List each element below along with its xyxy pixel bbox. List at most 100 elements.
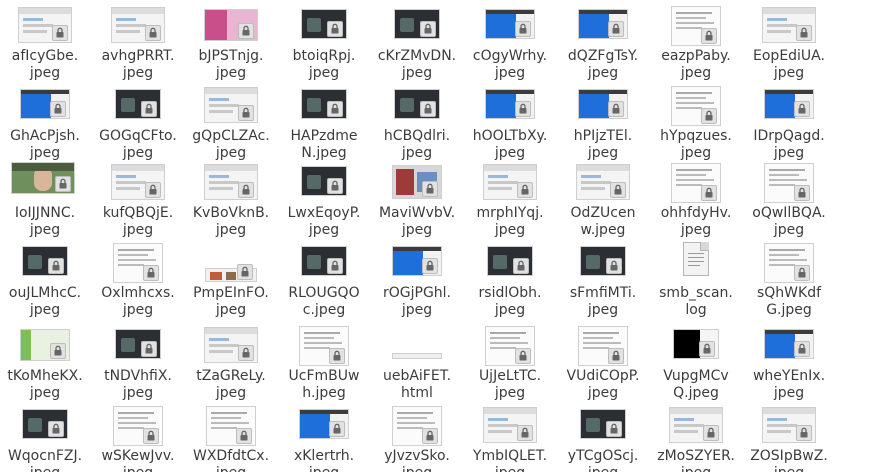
file-name-label: cKrZMvDN. jpeg — [377, 48, 457, 81]
file-item[interactable]: PmpEInFO. jpeg — [186, 242, 276, 320]
file-thumbnail — [372, 242, 462, 286]
file-thumbnail — [186, 242, 276, 286]
file-item[interactable]: EopEdiUA. jpeg — [744, 5, 834, 83]
file-item[interactable]: VupgMCv Q.jpeg — [651, 325, 741, 403]
lock-icon — [420, 101, 436, 117]
file-item[interactable]: IDrpQagd. jpeg — [744, 85, 834, 163]
file-item[interactable]: eazpPaby. jpeg — [651, 5, 741, 83]
file-name-label: MaviWvbV. jpeg — [378, 205, 456, 238]
file-item[interactable]: YmbIQLET. jpeg — [465, 405, 555, 472]
file-item[interactable]: ZOSIpBwZ. jpeg — [744, 405, 834, 472]
file-item[interactable]: btoiqRpj. jpeg — [279, 5, 369, 83]
file-item[interactable]: zMoSZYER. jpeg — [651, 405, 741, 472]
file-thumbnail — [279, 162, 369, 206]
file-name-label: IoIJJNNC. jpeg — [14, 205, 76, 238]
file-name-label: WqocnFZJ. jpeg — [7, 448, 83, 472]
lock-icon — [699, 341, 715, 357]
file-item[interactable]: gQpCLZAc. jpeg — [186, 85, 276, 163]
file-name-label: PmpEInFO. jpeg — [193, 285, 269, 318]
file-item[interactable]: hYpqzues. jpeg — [651, 85, 741, 163]
lock-icon — [55, 176, 71, 192]
file-name-label: hCBQdlri. jpeg — [383, 128, 451, 161]
file-thumbnail — [279, 405, 369, 449]
file-thumbnail — [558, 85, 648, 129]
file-name-label: VUdiCOpP. jpeg — [566, 368, 640, 401]
file-item[interactable]: xKlertrh. jpeg — [279, 405, 369, 472]
file-item[interactable]: WXDfdtCx. jpeg — [186, 405, 276, 472]
file-thumbnail — [744, 85, 834, 129]
file-item[interactable]: UjJeLtTC. jpeg — [465, 325, 555, 403]
file-item[interactable]: LwxEqoyP. jpeg — [279, 162, 369, 240]
lock-icon — [236, 428, 252, 444]
lock-icon — [703, 425, 719, 441]
file-item[interactable]: hOOLTbXy. jpeg — [465, 85, 555, 163]
file-item[interactable]: wSKewJvv. jpeg — [93, 405, 183, 472]
thumbnail-image — [392, 353, 442, 359]
file-thumbnail — [0, 5, 90, 49]
file-name-label: IDrpQagd. jpeg — [753, 128, 825, 161]
file-item[interactable]: ouJLMhcC. jpeg — [0, 242, 90, 320]
file-item[interactable]: rOGjPGhl. jpeg — [372, 242, 462, 320]
file-item[interactable]: sQhWKdf G.jpeg — [744, 242, 834, 320]
lock-icon — [48, 421, 64, 437]
file-thumbnail — [558, 405, 648, 449]
file-item[interactable]: smb_scan. log — [651, 242, 741, 320]
file-item[interactable]: oQwIlBQA. jpeg — [744, 162, 834, 240]
file-item[interactable]: cOgyWrhy. jpeg — [465, 5, 555, 83]
file-item[interactable]: mrphIYqj. jpeg — [465, 162, 555, 240]
file-item[interactable]: OdZUcen w.jpeg — [558, 162, 648, 240]
lock-icon — [145, 25, 161, 41]
file-item[interactable]: tNDVhfiX. jpeg — [93, 325, 183, 403]
file-item[interactable]: GOGqCFto. jpeg — [93, 85, 183, 163]
file-item[interactable]: Oxlmhcxs. jpeg — [93, 242, 183, 320]
file-name-label: mrphIYqj. jpeg — [476, 205, 544, 238]
file-item[interactable]: rsidlObh. jpeg — [465, 242, 555, 320]
lock-icon — [329, 421, 345, 437]
file-item[interactable]: RLOUGQO c.jpeg — [279, 242, 369, 320]
file-name-label: tNDVhfiX. jpeg — [104, 368, 172, 401]
file-item[interactable]: GhAcPjsh. jpeg — [0, 85, 90, 163]
file-thumbnail — [93, 325, 183, 369]
file-item[interactable]: hPIjzTEl. jpeg — [558, 85, 648, 163]
file-name-label: RLOUGQO c.jpeg — [288, 285, 360, 318]
file-item[interactable]: HAPzdme N.jpeg — [279, 85, 369, 163]
file-thumbnail — [651, 5, 741, 49]
file-thumbnail — [93, 242, 183, 286]
file-thumbnail — [93, 162, 183, 206]
file-item[interactable]: wheYEnIx. jpeg — [744, 325, 834, 403]
file-thumbnail — [744, 5, 834, 49]
file-name-label: eazpPaby. jpeg — [661, 48, 731, 81]
file-item[interactable]: cKrZMvDN. jpeg — [372, 5, 462, 83]
file-item[interactable]: kufQBQjE. jpeg — [93, 162, 183, 240]
lock-icon — [606, 421, 622, 437]
file-item[interactable]: MaviWvbV. jpeg — [372, 162, 462, 240]
file-item[interactable]: UcFmBUw h.jpeg — [279, 325, 369, 403]
file-item[interactable]: tKoMheKX. jpeg — [0, 325, 90, 403]
file-name-label: kufQBQjE. jpeg — [102, 205, 174, 238]
file-thumbnail — [0, 325, 90, 369]
file-item[interactable]: yJvzvSko. jpeg — [372, 405, 462, 472]
file-item[interactable]: tZaGReLy. jpeg — [186, 325, 276, 403]
file-item[interactable]: avhgPRRT. jpeg — [93, 5, 183, 83]
file-thumbnail — [0, 85, 90, 129]
file-item[interactable]: hCBQdlri. jpeg — [372, 85, 462, 163]
file-item[interactable]: sFmfiMTi. jpeg — [558, 242, 648, 320]
lock-icon — [606, 258, 622, 274]
file-item[interactable]: ohhfdyHv. jpeg — [651, 162, 741, 240]
file-item[interactable]: yTCgOScj. jpeg — [558, 405, 648, 472]
file-name-label: afIcyGbe. jpeg — [11, 48, 79, 81]
file-item[interactable]: bJPSTnjg. jpeg — [186, 5, 276, 83]
file-item[interactable]: afIcyGbe. jpeg — [0, 5, 90, 83]
file-name-label: ouJLMhcC. jpeg — [8, 285, 82, 318]
file-item[interactable]: uebAiFET. html — [372, 325, 462, 403]
file-item[interactable]: KvBoVknB. jpeg — [186, 162, 276, 240]
file-thumbnail — [279, 242, 369, 286]
file-item[interactable]: VUdiCOpP. jpeg — [558, 325, 648, 403]
lock-icon — [608, 348, 624, 364]
file-name-label: UjJeLtTC. jpeg — [478, 368, 542, 401]
lock-icon — [610, 182, 626, 198]
file-name-label: EopEdiUA. jpeg — [753, 48, 825, 81]
file-item[interactable]: dQZFgTsY. jpeg — [558, 5, 648, 83]
file-item[interactable]: WqocnFZJ. jpeg — [0, 405, 90, 472]
file-item[interactable]: IoIJJNNC. jpeg — [0, 162, 90, 240]
